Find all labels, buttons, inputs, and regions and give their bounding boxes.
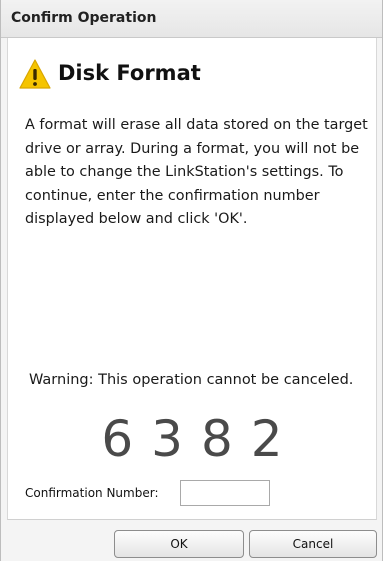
title-bar[interactable]: Confirm Operation bbox=[1, 0, 382, 38]
dialog-content: Disk Format A format will erase all data… bbox=[7, 38, 377, 520]
ok-button[interactable]: OK bbox=[114, 530, 244, 558]
confirmation-code: 6382 bbox=[101, 410, 301, 468]
confirmation-number-label: Confirmation Number: bbox=[25, 486, 159, 500]
confirmation-number-input[interactable] bbox=[180, 480, 270, 506]
warning-icon bbox=[19, 59, 51, 89]
message-text: A format will erase all data stored on t… bbox=[25, 117, 368, 227]
heading: Disk Format bbox=[58, 61, 201, 85]
confirm-dialog: Confirm Operation Disk Format A format w… bbox=[0, 0, 383, 561]
dialog-title: Confirm Operation bbox=[11, 10, 157, 26]
warning-text: Warning: This operation cannot be cancel… bbox=[29, 372, 354, 388]
cancel-button[interactable]: Cancel bbox=[249, 530, 377, 558]
